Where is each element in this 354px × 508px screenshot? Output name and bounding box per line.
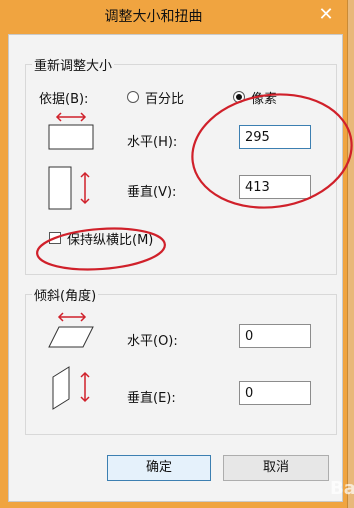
watermark: Ba (330, 478, 354, 499)
annotation-layer (36, 93, 353, 271)
annotation-ellipse-size (191, 93, 353, 209)
annotation-ellipse-ratio (36, 227, 166, 271)
